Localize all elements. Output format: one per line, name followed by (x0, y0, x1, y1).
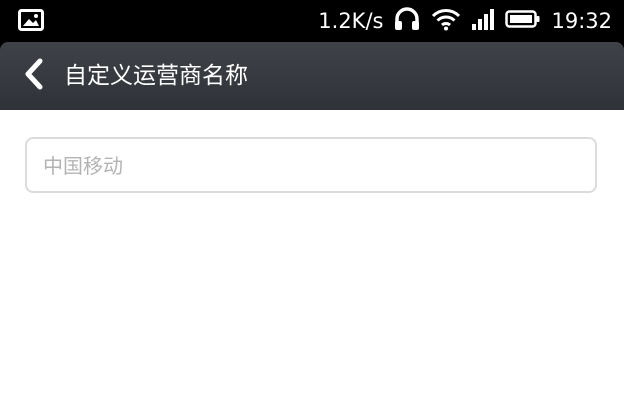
carrier-name-field[interactable] (25, 137, 597, 193)
headphones-icon (393, 7, 421, 35)
main-content (0, 110, 624, 419)
chevron-left-icon (23, 58, 45, 94)
clock: 19:32 (551, 9, 612, 33)
back-button[interactable] (14, 56, 54, 96)
carrier-name-input[interactable] (41, 139, 585, 193)
page-title: 自定义运营商名称 (64, 63, 248, 89)
signal-icon (471, 8, 495, 34)
title-bar: 自定义运营商名称 (0, 42, 624, 110)
battery-icon (505, 9, 541, 33)
net-speed: 1.2K/s (318, 9, 384, 33)
image-icon (18, 9, 44, 31)
status-bar: 1.2K/s 19:32 (0, 0, 624, 42)
wifi-icon (431, 7, 461, 35)
